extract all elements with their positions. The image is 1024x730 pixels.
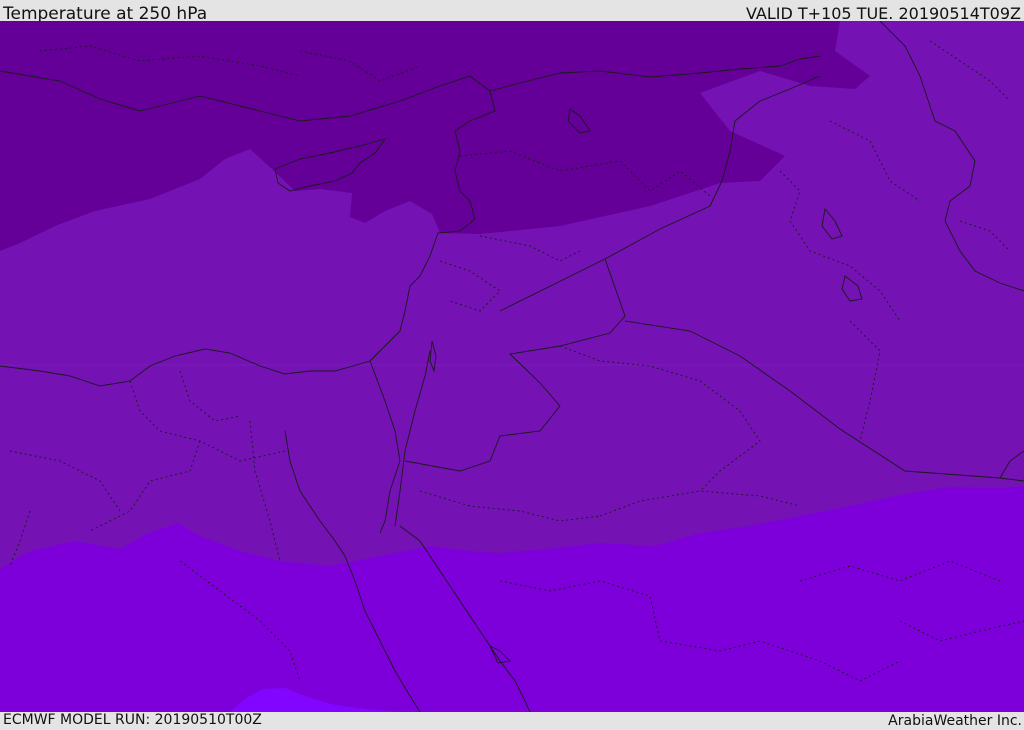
model-run-label: ECMWF MODEL RUN: 20190510T00Z <box>3 712 262 728</box>
credit-label: ArabiaWeather Inc. <box>888 713 1022 729</box>
header-bar: Temperature at 250 hPa VALID T+105 TUE. … <box>0 0 1024 24</box>
weather-map[interactable] <box>0 21 1024 712</box>
footer-bar: ECMWF MODEL RUN: 20190510T00Z ArabiaWeat… <box>0 712 1024 729</box>
temperature-map-svg <box>0 21 1024 712</box>
